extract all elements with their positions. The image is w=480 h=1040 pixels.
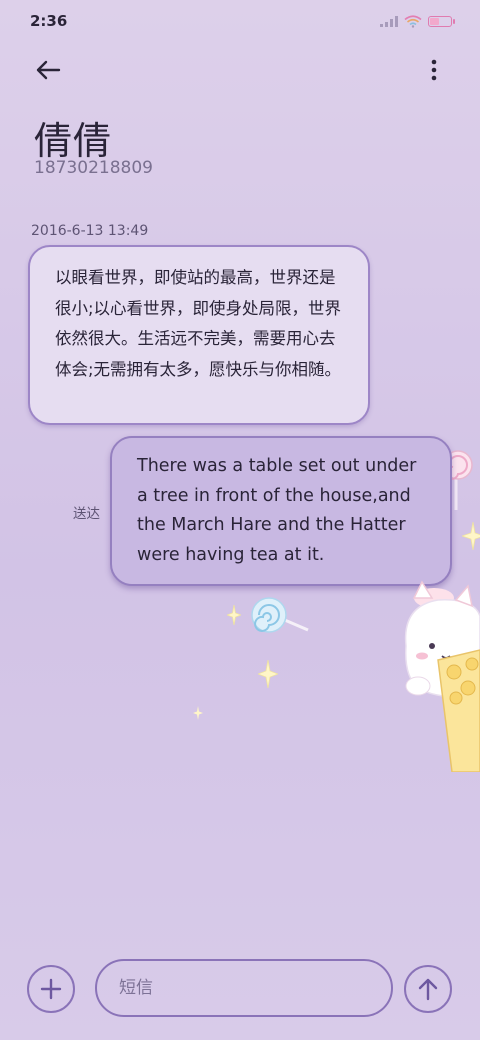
more-vertical-icon [431,59,437,81]
send-button[interactable] [404,965,452,1013]
outgoing-message-text: There was a table set out under a tree i… [137,456,417,565]
status-bar: 2:36 [0,0,480,42]
add-attachment-button[interactable] [27,965,75,1013]
sparkle-icon [462,522,480,550]
contact-number: 18730218809 [34,158,153,178]
cat-ice-cream-sticker-icon [404,580,480,772]
lollipop-sticker-icon [251,597,309,633]
battery-icon [428,15,455,27]
incoming-message-bubble[interactable]: 以眼看世界，即使站的最高，世界还是很小;以心看世界，即使身处局限，世界依然很大。… [28,245,370,425]
status-icons [380,14,455,28]
incoming-message-text: 以眼看世界，即使站的最高，世界还是很小;以心看世界，即使身处局限，世界依然很大。… [55,268,342,379]
composer-bar [0,955,480,1025]
outgoing-message-bubble[interactable]: There was a table set out under a tree i… [110,436,452,586]
message-timestamp: 2016-6-13 13:49 [31,223,149,239]
back-button[interactable] [30,52,66,88]
sparkle-icon [258,660,278,688]
wifi-icon [404,14,422,28]
arrow-up-icon [418,978,438,1001]
plus-icon [40,978,62,1000]
arrow-left-icon [36,60,61,80]
more-options-button[interactable] [422,52,446,88]
top-bar [0,46,480,92]
sparkle-icon [193,706,203,720]
sparkle-icon [227,605,241,625]
contact-name: 倩倩 [34,119,113,163]
status-time: 2:36 [30,12,68,30]
signal-icon [380,15,398,27]
sent-status-label: 送达 [73,506,100,522]
message-input[interactable] [95,959,393,1017]
